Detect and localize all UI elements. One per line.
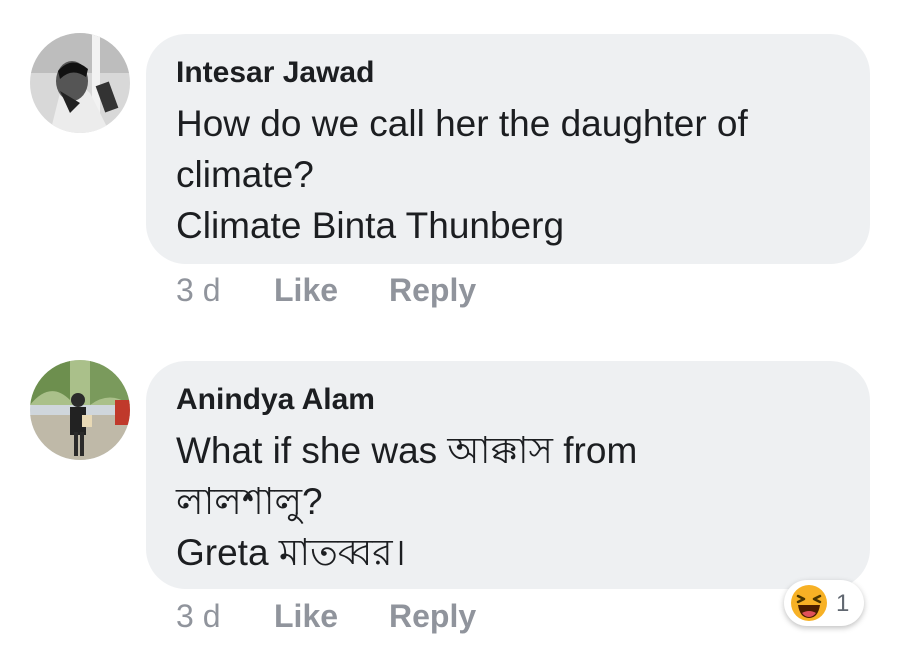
- comment-bubble: Intesar Jawad How do we call her the dau…: [146, 34, 870, 264]
- haha-emoji-icon: [791, 585, 827, 621]
- comment-timestamp[interactable]: 3 d: [176, 598, 220, 635]
- avatar[interactable]: [30, 360, 130, 460]
- comment-bubble: Anindya Alam What if she was আক্কাস from…: [146, 361, 870, 589]
- avatar[interactable]: [30, 33, 130, 133]
- like-button[interactable]: Like: [274, 598, 338, 635]
- comment-text: How do we call her the daughter of clima…: [176, 98, 748, 251]
- reply-button[interactable]: Reply: [389, 272, 476, 309]
- comment-author[interactable]: Anindya Alam: [176, 383, 375, 417]
- like-button[interactable]: Like: [274, 272, 338, 309]
- reaction-count: 1: [836, 590, 850, 617]
- comment-line: লালশালু?: [176, 481, 323, 522]
- comment-line: Climate Binta Thunberg: [176, 205, 565, 246]
- avatar-photo-icon: [30, 33, 130, 133]
- comment-line: Greta মাতব্বর।: [176, 532, 406, 573]
- reaction-summary[interactable]: 1: [784, 580, 864, 626]
- avatar-photo-icon: [30, 360, 130, 460]
- comment-line: What if she was আক্কাস from: [176, 430, 638, 471]
- comment-text: What if she was আক্কাস from লালশালু? Gre…: [176, 425, 637, 578]
- comment-line: climate?: [176, 154, 314, 195]
- comment-timestamp[interactable]: 3 d: [176, 272, 220, 309]
- comment-author[interactable]: Intesar Jawad: [176, 56, 374, 90]
- reply-button[interactable]: Reply: [389, 598, 476, 635]
- comment-line: How do we call her the daughter of: [176, 103, 748, 144]
